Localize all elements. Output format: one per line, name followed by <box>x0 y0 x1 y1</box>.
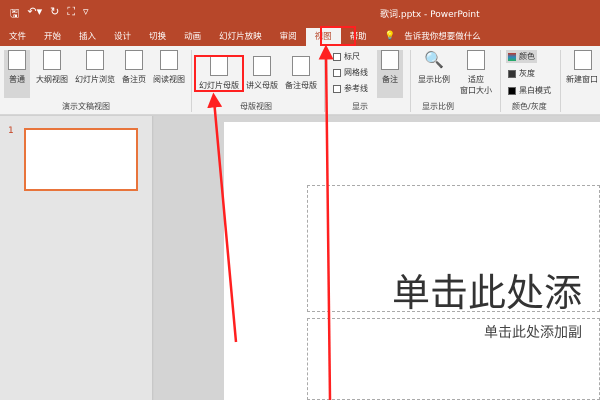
annotation-arrows <box>207 44 334 400</box>
arrow-to-view-tab <box>318 44 334 400</box>
arrow-to-slide-master <box>207 92 238 343</box>
